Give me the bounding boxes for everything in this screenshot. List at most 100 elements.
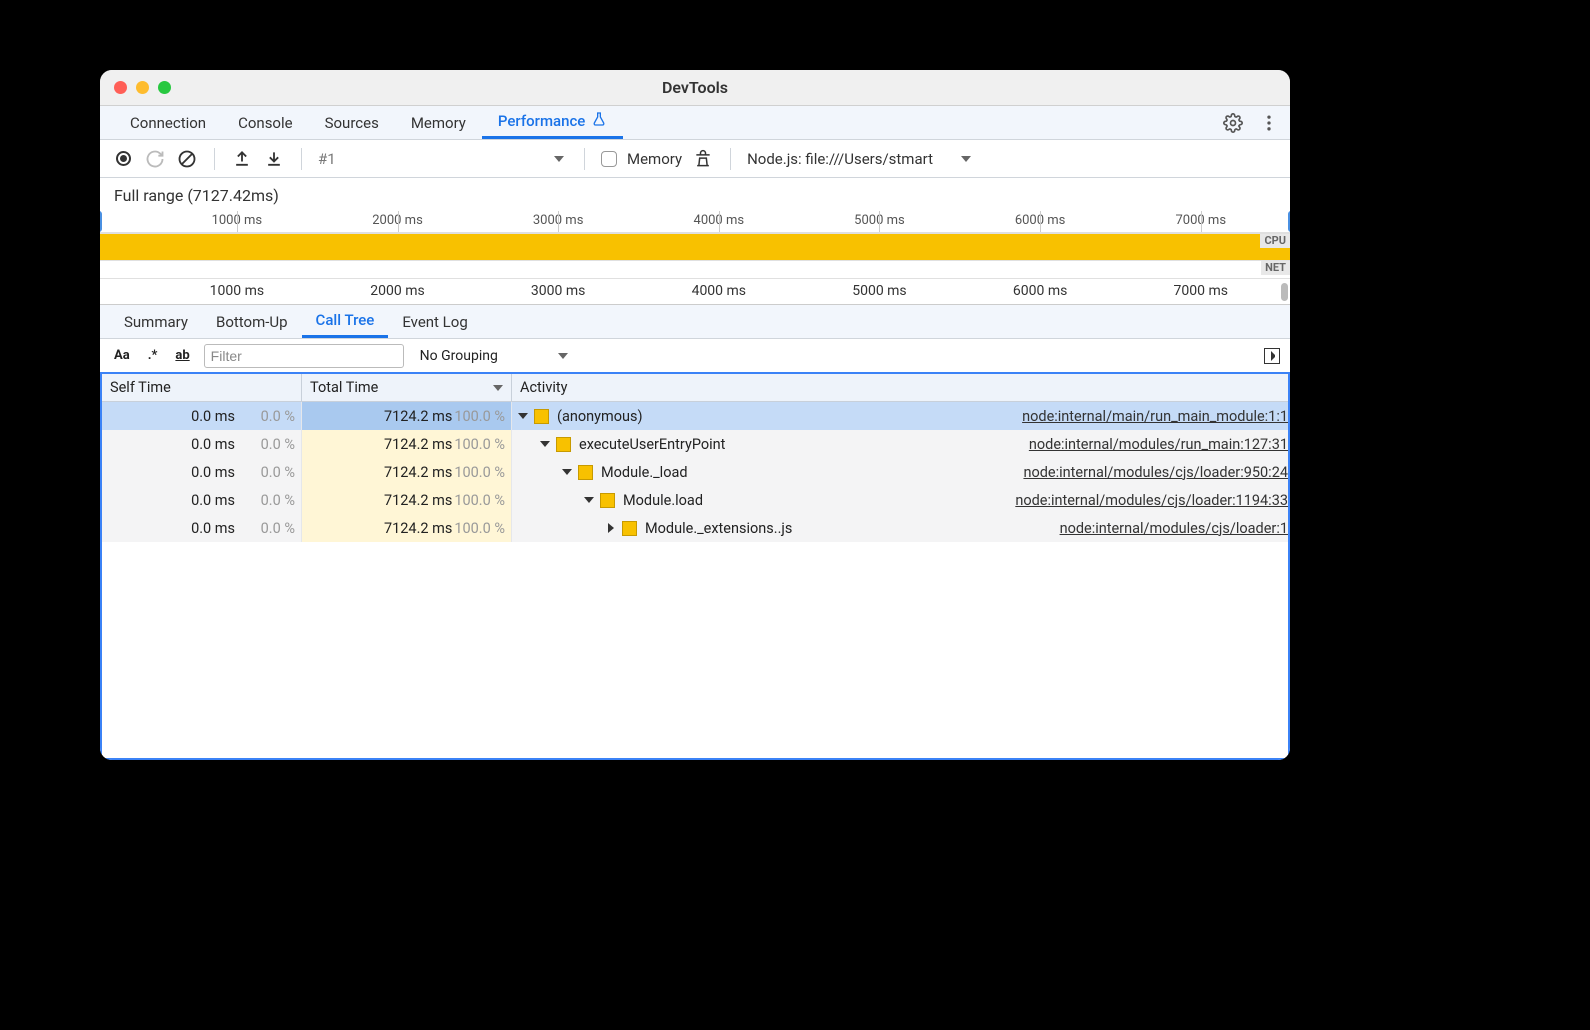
tab-connection[interactable]: Connection: [114, 106, 222, 139]
tab-performance-label: Performance: [498, 112, 585, 130]
source-link[interactable]: node:internal/main/run_main_module:1:1: [1012, 408, 1288, 425]
cell-self-time: 0.0 ms0.0 %: [102, 514, 302, 542]
source-link[interactable]: node:internal/modules/run_main:127:31: [1019, 436, 1288, 453]
cell-activity: executeUserEntryPoint node:internal/modul…: [512, 430, 1288, 458]
source-link[interactable]: node:internal/modules/cjs/loader:950:24: [1013, 464, 1288, 481]
activity-color-swatch: [600, 493, 615, 508]
call-tree-table: Self Time Total Time Activity 0.0 ms0.0 …: [100, 372, 1290, 760]
session-select[interactable]: #1: [318, 150, 568, 168]
source-link[interactable]: node:internal/modules/cjs/loader:1194:33: [1005, 492, 1288, 509]
cell-total-time: 7124.2 ms100.0 %: [302, 402, 512, 430]
cell-activity: Module._load node:internal/modules/cjs/lo…: [512, 458, 1288, 486]
chevron-down-icon: [554, 156, 564, 162]
overview-ruler-bottom[interactable]: 1000 ms2000 ms3000 ms4000 ms5000 ms6000 …: [100, 279, 1290, 305]
download-profile-button[interactable]: [263, 148, 285, 170]
activity-color-swatch: [534, 409, 549, 424]
range-handle-right[interactable]: [1288, 211, 1290, 232]
tab-console[interactable]: Console: [222, 106, 309, 139]
grouping-select[interactable]: No Grouping: [414, 348, 568, 364]
window-controls: [114, 81, 171, 94]
result-tabbar: Summary Bottom-Up Call Tree Event Log: [100, 305, 1290, 339]
table-row[interactable]: 0.0 ms0.0 %7124.2 ms100.0 %executeUserEn…: [102, 430, 1288, 458]
table-row[interactable]: 0.0 ms0.0 %7124.2 ms100.0 %Module._exten…: [102, 514, 1288, 542]
clear-button[interactable]: [176, 148, 198, 170]
ruler-tick: 7000 ms: [1174, 283, 1228, 299]
net-row-label: NET: [1261, 261, 1290, 275]
subtab-summary[interactable]: Summary: [110, 305, 202, 338]
subtab-bottom-up[interactable]: Bottom-Up: [202, 305, 302, 338]
whole-word-button[interactable]: ab: [171, 348, 193, 363]
more-menu-icon[interactable]: [1258, 112, 1280, 134]
overview-ruler-top[interactable]: 1000 ms2000 ms3000 ms4000 ms5000 ms6000 …: [100, 211, 1290, 233]
cell-self-time: 0.0 ms0.0 %: [102, 486, 302, 514]
cell-self-time: 0.0 ms0.0 %: [102, 430, 302, 458]
timeline-overview: Full range (7127.42ms) 1000 ms2000 ms300…: [100, 178, 1290, 305]
ruler-tick: 4000 ms: [692, 283, 746, 299]
titlebar: DevTools: [100, 70, 1290, 106]
net-overview-row[interactable]: NET: [100, 261, 1290, 279]
ruler-tick: 3000 ms: [531, 283, 585, 299]
table-header: Self Time Total Time Activity: [102, 374, 1288, 402]
main-tabbar: Connection Console Sources Memory Perfor…: [100, 106, 1290, 140]
cell-activity: Module._extensions..jsnode:internal/modu…: [512, 514, 1288, 542]
performance-toolbar: #1 Memory Node.js: file:///Users/stmart: [100, 140, 1290, 178]
target-label: Node.js: file:///Users/stmart: [747, 150, 933, 168]
col-activity[interactable]: Activity: [512, 374, 1288, 401]
garbage-collect-button[interactable]: [692, 148, 714, 170]
activity-label: (anonymous): [557, 408, 643, 425]
tab-memory[interactable]: Memory: [395, 106, 482, 139]
tree-toggle-icon[interactable]: [518, 413, 528, 419]
match-case-button[interactable]: Aa: [110, 348, 134, 363]
record-button[interactable]: [112, 148, 134, 170]
memory-checkbox[interactable]: [601, 151, 617, 167]
ruler-tick: 1000 ms: [210, 283, 264, 299]
maximize-window-button[interactable]: [158, 81, 171, 94]
grouping-label: No Grouping: [420, 348, 498, 364]
window-title: DevTools: [100, 78, 1290, 97]
chevron-down-icon: [558, 353, 568, 359]
subtab-call-tree[interactable]: Call Tree: [302, 305, 389, 338]
toggle-details-pane-button[interactable]: [1264, 348, 1280, 364]
table-row[interactable]: 0.0 ms0.0 %7124.2 ms100.0 %(anonymous)no…: [102, 402, 1288, 430]
tree-toggle-icon[interactable]: [540, 441, 550, 447]
activity-label: Module._load: [601, 464, 688, 481]
tree-toggle-icon[interactable]: [584, 497, 594, 503]
overview-scroll-thumb[interactable]: [1281, 283, 1288, 301]
range-handle-left[interactable]: [100, 211, 102, 232]
tab-sources[interactable]: Sources: [309, 106, 395, 139]
close-window-button[interactable]: [114, 81, 127, 94]
minimize-window-button[interactable]: [136, 81, 149, 94]
ruler-tick: 2000 ms: [370, 283, 424, 299]
cpu-overview-row[interactable]: CPU: [100, 233, 1290, 261]
sort-desc-icon: [493, 385, 503, 391]
filter-bar: Aa .* ab No Grouping: [100, 339, 1290, 373]
table-row[interactable]: 0.0 ms0.0 %7124.2 ms100.0 %Module.loadno…: [102, 486, 1288, 514]
regex-button[interactable]: .*: [144, 348, 162, 363]
tree-toggle-icon[interactable]: [562, 469, 572, 475]
cell-total-time: 7124.2 ms100.0 %: [302, 486, 512, 514]
activity-color-swatch: [578, 465, 593, 480]
experiment-icon: [591, 111, 607, 131]
target-select[interactable]: Node.js: file:///Users/stmart: [747, 150, 981, 168]
filter-input[interactable]: [204, 344, 404, 368]
upload-profile-button[interactable]: [231, 148, 253, 170]
range-label: Full range (7127.42ms): [100, 178, 1290, 211]
subtab-event-log[interactable]: Event Log: [388, 305, 481, 338]
cell-total-time: 7124.2 ms100.0 %: [302, 514, 512, 542]
tab-performance[interactable]: Performance: [482, 106, 623, 139]
cpu-row-label: CPU: [1260, 234, 1290, 248]
settings-icon[interactable]: [1222, 112, 1244, 134]
table-body: 0.0 ms0.0 %7124.2 ms100.0 %(anonymous)no…: [102, 402, 1288, 758]
source-link[interactable]: node:internal/modules/cjs/loader:1: [1050, 520, 1288, 537]
cell-activity: Module.loadnode:internal/modules/cjs/loa…: [512, 486, 1288, 514]
cell-activity: (anonymous) node:internal/main/run_main_m…: [512, 402, 1288, 430]
cell-self-time: 0.0 ms0.0 %: [102, 458, 302, 486]
reload-button[interactable]: [144, 148, 166, 170]
session-name: #1: [318, 150, 336, 168]
tree-toggle-icon[interactable]: [608, 523, 614, 533]
col-total-time[interactable]: Total Time: [302, 374, 512, 401]
table-row[interactable]: 0.0 ms0.0 %7124.2 ms100.0 % Module._load n…: [102, 458, 1288, 486]
activity-label: executeUserEntryPoint: [579, 436, 725, 453]
cell-total-time: 7124.2 ms100.0 %: [302, 458, 512, 486]
col-self-time[interactable]: Self Time: [102, 374, 302, 401]
